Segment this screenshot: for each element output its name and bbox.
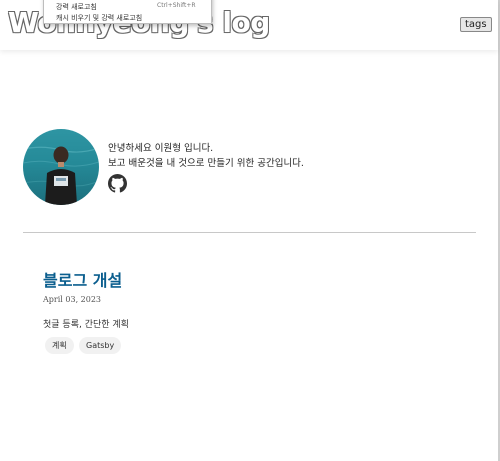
hard-reload-shortcut: Ctrl+Shift+R xyxy=(157,2,196,9)
bio-intro: 안녕하세요 이원형 입니다. xyxy=(108,143,214,154)
post-title-link[interactable]: 블로그 개설 xyxy=(43,267,122,291)
tag-chip[interactable]: 계획 xyxy=(45,337,74,354)
divider xyxy=(23,232,476,233)
avatar-photo xyxy=(23,146,99,205)
tags-button[interactable]: tags xyxy=(460,17,492,32)
empty-cache-hard-reload-menu-item[interactable]: 캐시 비우기 및 강력 새로고침 xyxy=(56,13,142,23)
hard-reload-menu-item[interactable]: 강력 새로고침 xyxy=(56,2,97,12)
post-date: April 03, 2023 xyxy=(43,295,102,304)
github-icon[interactable] xyxy=(108,174,127,193)
tag-chip[interactable]: Gatsby xyxy=(79,337,122,354)
avatar xyxy=(23,129,99,205)
post-summary: 첫글 등록, 간단한 계획 xyxy=(43,320,129,330)
bio-description: 보고 배운것을 내 것으로 만들기 위한 공간입니다. xyxy=(108,158,304,169)
browser-context-menu: 강력 새로고침 Ctrl+Shift+R 캐시 비우기 및 강력 새로고침 xyxy=(43,0,212,24)
